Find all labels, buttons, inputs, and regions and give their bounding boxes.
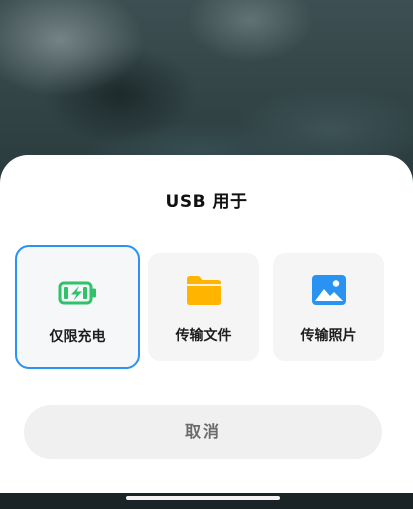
option-label: 传输照片 — [300, 328, 357, 344]
home-indicator[interactable] — [126, 496, 280, 500]
option-label: 仅限充电 — [49, 329, 106, 345]
option-transfer-photos[interactable]: 传输照片 — [273, 253, 384, 361]
folder-icon — [186, 276, 221, 305]
option-label: 传输文件 — [175, 328, 232, 344]
cancel-button[interactable]: 取消 — [24, 405, 382, 459]
dialog-title: USB 用于 — [165, 192, 248, 212]
battery-charging-icon — [58, 281, 96, 305]
option-charge-only[interactable]: 仅限充电 — [15, 245, 140, 369]
option-transfer-files[interactable]: 传输文件 — [148, 253, 259, 361]
photo-icon — [311, 275, 346, 305]
